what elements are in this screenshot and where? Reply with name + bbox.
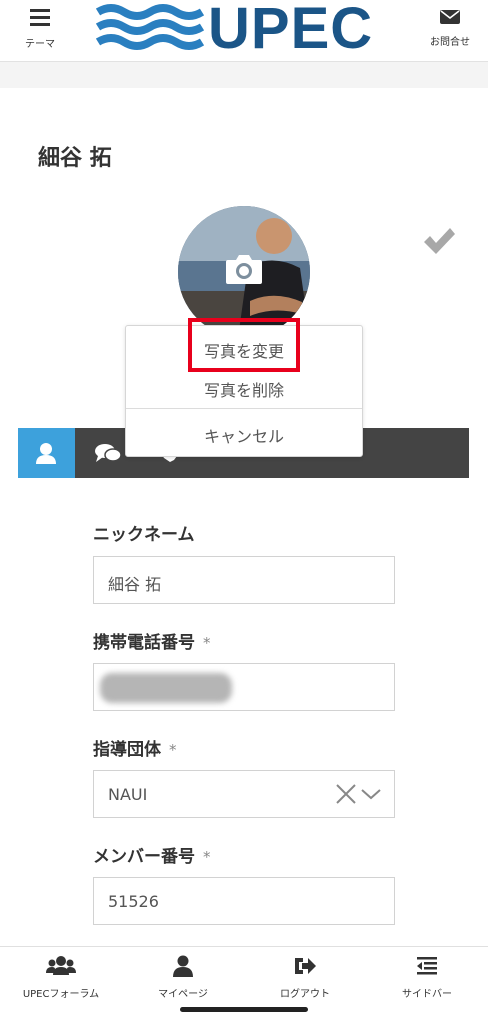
bottom-nav: UPECフォーラム マイページ ログアウト サイドバー (0, 946, 488, 1024)
app-header: テーマ UPEC お問合せ (0, 0, 488, 62)
required-mark: * (169, 741, 177, 759)
highlight-box (188, 318, 300, 372)
nav-logout[interactable]: ログアウト (244, 955, 366, 1000)
sign-out-icon (295, 958, 316, 974)
comments-icon (95, 444, 122, 462)
users-icon (46, 956, 76, 975)
waves-logo-icon (96, 4, 205, 50)
nav-label: マイページ (158, 989, 208, 1000)
chevron-down-icon (361, 789, 381, 800)
nav-label: ログアウト (280, 989, 330, 1000)
delete-photo-item[interactable]: 写真を削除 (126, 377, 362, 401)
nickname-label: ニックネーム (93, 525, 195, 545)
redacted-phone-value (100, 673, 232, 703)
profile-name: 細谷 拓 (38, 146, 112, 171)
org-label: 指導団体 * (93, 740, 177, 760)
nav-label: サイドバー (402, 989, 452, 1000)
nav-my-page[interactable]: マイページ (122, 955, 244, 1000)
member-number-label: メンバー番号 * (93, 847, 211, 867)
cancel-item[interactable]: キャンセル (126, 423, 362, 447)
nav-upec-forum[interactable]: UPECフォーラム (0, 955, 122, 1000)
menu-divider (126, 408, 362, 409)
contact-button[interactable]: お問合せ (420, 8, 480, 48)
org-select[interactable]: NAUI (93, 770, 395, 818)
phone-label: 携帯電話番号 * (93, 633, 211, 653)
required-mark: * (203, 848, 211, 866)
contact-label: お問合せ (430, 37, 470, 48)
nickname-field[interactable]: 細谷 拓 (93, 556, 395, 604)
member-number-field[interactable]: 51526 (93, 877, 395, 925)
required-mark: * (203, 634, 211, 652)
theme-label: テーマ (25, 39, 55, 50)
check-icon[interactable] (422, 226, 456, 256)
org-value: NAUI (108, 785, 148, 804)
header-spacer (0, 62, 488, 88)
clear-icon (336, 784, 356, 804)
sidebar-icon (417, 957, 437, 975)
upec-logo[interactable]: UPEC (96, 0, 386, 61)
camera-icon[interactable] (224, 252, 264, 286)
tab-profile[interactable] (18, 428, 75, 478)
envelope-icon (440, 10, 460, 24)
nickname-value: 細谷 拓 (108, 575, 162, 594)
member-number-value: 51526 (108, 892, 159, 911)
logo-text: UPEC (208, 0, 374, 61)
phone-field[interactable] (93, 663, 395, 711)
nav-sidebar[interactable]: サイドバー (366, 955, 488, 1000)
user-icon (36, 443, 56, 464)
theme-button[interactable]: テーマ (10, 8, 70, 50)
home-indicator (180, 1007, 308, 1012)
menu-icon (30, 9, 50, 26)
user-icon (173, 955, 193, 977)
select-controls (336, 784, 381, 804)
nav-label: UPECフォーラム (22, 989, 100, 1000)
